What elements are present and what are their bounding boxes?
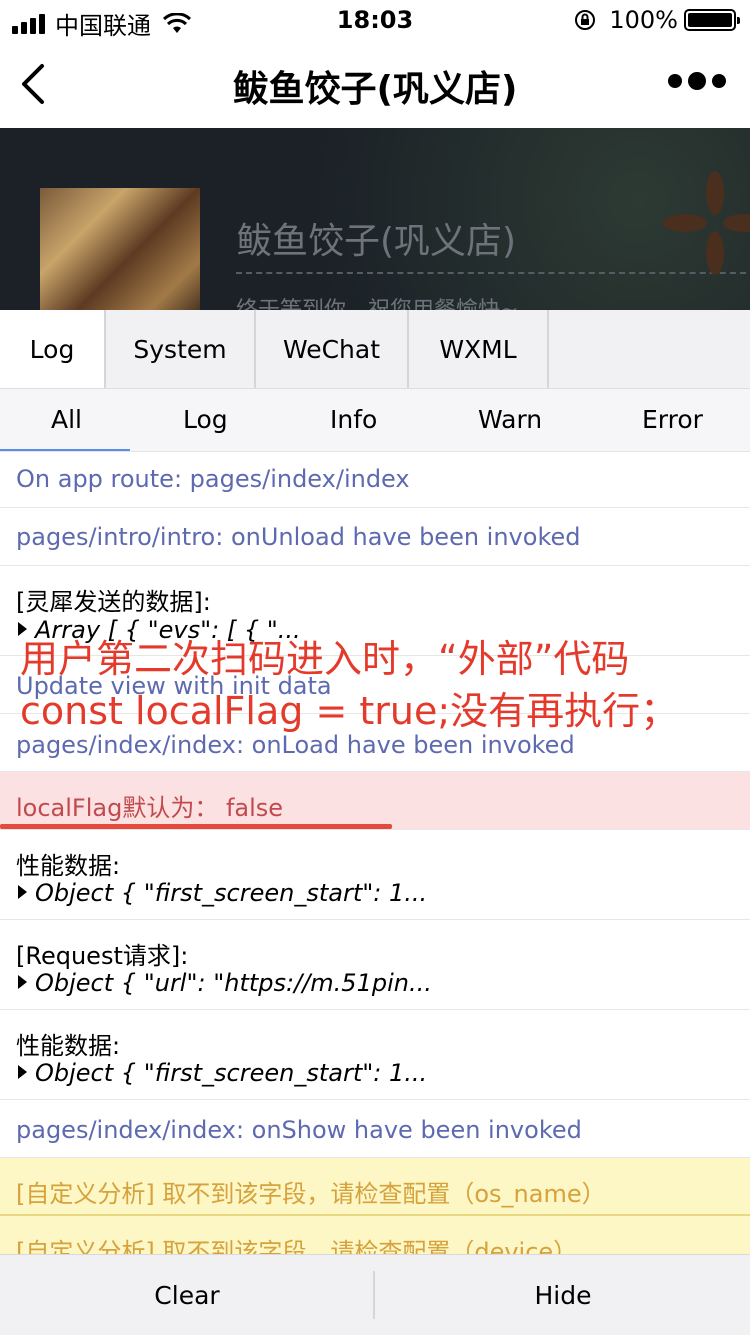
page-title: 鲅鱼饺子(巩义店) bbox=[232, 69, 518, 110]
log-object[interactable]: Object { "first_screen_start": 1... bbox=[18, 1059, 427, 1087]
log-object-text: Object { "first_screen_start": 1... bbox=[35, 1059, 428, 1087]
log-text: pages/intro/intro: onUnload have been in… bbox=[16, 523, 581, 551]
expand-triangle-icon bbox=[18, 975, 27, 989]
annotation-line-1: 用户第二次扫码进入时，“外部”代码 bbox=[20, 637, 630, 681]
log-label: [Request请求]: bbox=[16, 942, 189, 970]
log-object[interactable]: Object { "url": "https://m.51pin... bbox=[18, 969, 432, 997]
log-label: 性能数据: bbox=[16, 1032, 121, 1060]
expand-triangle-icon bbox=[18, 1065, 27, 1079]
store-photo bbox=[40, 188, 200, 310]
tab-system[interactable]: System bbox=[106, 310, 256, 388]
status-bar: 中国联通 18:03 100% bbox=[0, 0, 750, 40]
log-text: pages/index/index: onShow have been invo… bbox=[16, 1116, 582, 1144]
filter-error[interactable]: Error bbox=[642, 405, 703, 434]
filter-warn[interactable]: Warn bbox=[478, 405, 542, 434]
battery-percent: 100% bbox=[609, 6, 678, 34]
bottom-divider bbox=[373, 1271, 375, 1319]
log-object-text: Object { "first_screen_start": 1... bbox=[35, 879, 428, 907]
tab-wechat[interactable]: WeChat bbox=[256, 310, 409, 388]
log-row[interactable]: pages/intro/intro: onUnload have been in… bbox=[0, 508, 750, 566]
log-row[interactable]: 性能数据: Object { "first_screen_start": 1..… bbox=[0, 1010, 750, 1100]
status-right: 100% bbox=[573, 6, 740, 34]
battery-icon bbox=[684, 9, 740, 31]
log-label: 性能数据: bbox=[16, 852, 121, 880]
more-options-icon[interactable] bbox=[668, 72, 726, 90]
annotation-underline bbox=[0, 824, 392, 829]
log-text: [自定义分析] 取不到该字段，请检查配置（os_name） bbox=[16, 1180, 606, 1208]
log-row-warn[interactable]: [自定义分析] 取不到该字段，请检查配置（os_name） bbox=[0, 1158, 750, 1216]
log-text: localFlag默认为： false bbox=[16, 794, 284, 822]
filter-info[interactable]: Info bbox=[330, 405, 377, 434]
log-filters: All Log Info Warn Error bbox=[0, 389, 750, 452]
annotation-line-2: const localFlag = true;没有再执行； bbox=[20, 689, 679, 733]
log-row[interactable]: [Request请求]: Object { "url": "https://m.… bbox=[0, 920, 750, 1010]
tab-log[interactable]: Log bbox=[0, 310, 106, 388]
star-anise-decoration-icon bbox=[663, 171, 750, 275]
console-bottom-bar: Clear Hide bbox=[0, 1254, 750, 1335]
annotation-text: 用户第二次扫码进入时，“外部”代码 const localFlag = true… bbox=[20, 633, 678, 737]
log-row[interactable]: pages/index/index: onShow have been invo… bbox=[0, 1100, 750, 1158]
navigation-bar: 鲅鱼饺子(巩义店) bbox=[0, 40, 750, 128]
store-banner: 鲅鱼饺子(巩义店) 终于等到你，祝您用餐愉快~ bbox=[0, 128, 750, 310]
log-object-text: Object { "url": "https://m.51pin... bbox=[35, 969, 432, 997]
filter-log[interactable]: Log bbox=[183, 405, 228, 434]
log-label: [灵犀发送的数据]: bbox=[16, 588, 211, 616]
rotation-lock-icon bbox=[575, 10, 596, 30]
log-object[interactable]: Object { "first_screen_start": 1... bbox=[18, 879, 427, 907]
log-text: On app route: pages/index/index bbox=[16, 465, 410, 493]
expand-triangle-icon bbox=[18, 885, 27, 899]
store-welcome: 终于等到你，祝您用餐愉快~ bbox=[236, 292, 518, 310]
store-name: 鲅鱼饺子(巩义店) bbox=[236, 221, 517, 262]
log-row[interactable]: On app route: pages/index/index bbox=[0, 451, 750, 508]
console-tabs: Log System WeChat WXML bbox=[0, 310, 750, 389]
hide-button[interactable]: Hide bbox=[376, 1255, 750, 1335]
clear-button[interactable]: Clear bbox=[0, 1255, 374, 1335]
log-row[interactable]: 性能数据: Object { "first_screen_start": 1..… bbox=[0, 830, 750, 920]
log-row-error[interactable]: localFlag默认为： false bbox=[0, 772, 750, 830]
filter-all[interactable]: All bbox=[51, 405, 82, 434]
tab-wxml[interactable]: WXML bbox=[409, 310, 549, 388]
